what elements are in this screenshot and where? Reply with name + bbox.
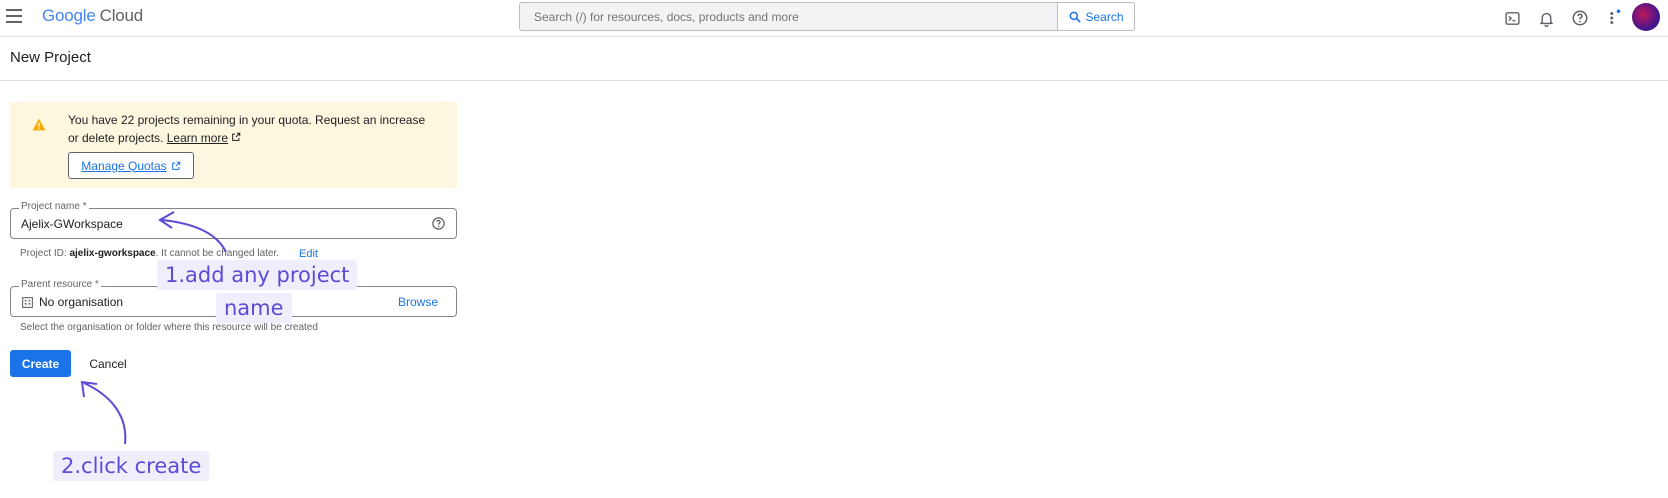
help-icon[interactable] [1570, 8, 1590, 28]
logo-cloud: Cloud [99, 6, 144, 25]
quota-notice: You have 22 projects remaining in your q… [10, 102, 457, 188]
cloud-shell-icon[interactable] [1502, 8, 1522, 28]
annotation-arrow-2-head [80, 380, 98, 398]
divider [0, 80, 1668, 81]
search-button[interactable]: Search [1057, 2, 1135, 31]
browse-button[interactable]: Browse [398, 295, 438, 309]
page-title: New Project [10, 49, 91, 66]
logo-google: Google [42, 6, 96, 25]
quota-message-text: You have 22 projects remaining in your q… [68, 113, 426, 145]
manage-quotas-label: Manage Quotas [81, 158, 167, 173]
parent-resource-label: Parent resource * [19, 279, 101, 290]
project-id-suffix: . It cannot be changed later. [155, 248, 280, 259]
manage-quotas-button[interactable]: Manage Quotas [68, 152, 194, 179]
more-vert-icon[interactable] [1604, 8, 1624, 28]
organisation-icon [22, 297, 33, 308]
project-id-prefix: Project ID: [20, 248, 70, 259]
external-link-icon [171, 161, 180, 170]
help-icon[interactable] [431, 216, 446, 231]
project-name-field[interactable]: Project name * Ajelix-GWorkspace [10, 201, 457, 239]
annotation-step1-line1: 1.add any project [157, 260, 358, 290]
create-button[interactable]: Create [10, 350, 71, 377]
annotation-step2: 2.click create [53, 451, 210, 481]
top-bar: Google Cloud Search [0, 0, 1668, 37]
quota-message: You have 22 projects remaining in your q… [68, 111, 438, 147]
notifications-icon[interactable] [1536, 8, 1556, 28]
warning-icon [32, 118, 46, 131]
search-input[interactable] [534, 8, 1034, 26]
annotation-step1-line2: name [216, 293, 292, 323]
project-name-value: Ajelix-GWorkspace [21, 217, 123, 231]
google-cloud-logo[interactable]: Google Cloud [42, 6, 143, 26]
parent-resource-helper: Select the organisation or folder where … [20, 322, 318, 333]
search-icon [1070, 11, 1081, 22]
parent-resource-value: No organisation [39, 295, 124, 309]
search-bar: Search [519, 2, 1135, 31]
cancel-button[interactable]: Cancel [80, 350, 136, 377]
learn-more-link[interactable]: Learn more [167, 131, 228, 145]
learn-more-label: Learn more [166, 131, 229, 145]
edit-project-id-link[interactable]: Edit [299, 248, 318, 260]
search-button-label: Search [1085, 9, 1124, 24]
avatar[interactable] [1632, 3, 1660, 31]
project-name-label: Project name * [19, 201, 89, 212]
project-id-helper: Project ID: ajelix-gworkspace. It cannot… [20, 248, 279, 259]
annotation-arrow-2 [83, 382, 127, 445]
menu-icon[interactable] [6, 9, 22, 23]
project-id-value: ajelix-gworkspace [69, 248, 156, 259]
external-link-icon [232, 132, 241, 141]
